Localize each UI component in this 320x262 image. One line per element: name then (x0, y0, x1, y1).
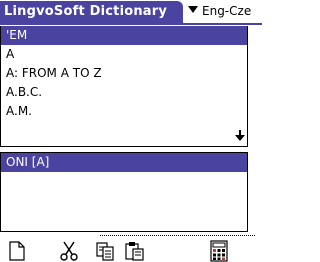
word-input-field[interactable] (100, 235, 255, 236)
palm-screen: LingvoSoft Dictionary Eng-Cze 'EM A A: F… (0, 0, 262, 262)
list-item-label: A.B.C. (6, 85, 43, 99)
toolbar (0, 238, 262, 262)
dropdown-arrow-icon (188, 6, 198, 13)
list-item[interactable]: A (1, 45, 247, 64)
copy-icon[interactable] (94, 240, 116, 262)
list-item-label: A.M. (6, 104, 32, 118)
translation-text: ONI [A] (6, 155, 50, 169)
list-item-label: A: FROM A TO Z (6, 66, 102, 80)
translation-line[interactable]: ONI [A] (1, 153, 247, 172)
list-item[interactable]: A.M. (1, 102, 247, 121)
word-list[interactable]: 'EM A A: FROM A TO Z A.B.C. A.M. (0, 26, 248, 147)
list-item-label: A (6, 47, 15, 61)
translation-panel[interactable]: ONI [A] (0, 152, 248, 232)
list-item-label: 'EM (6, 28, 28, 42)
app-title: LingvoSoft Dictionary (4, 4, 168, 19)
calculator-icon[interactable] (208, 240, 230, 262)
title-bar: LingvoSoft Dictionary Eng-Cze (0, 0, 262, 25)
new-document-icon[interactable] (6, 240, 28, 262)
title-tab[interactable]: LingvoSoft Dictionary (0, 1, 183, 23)
paste-icon[interactable] (124, 240, 146, 262)
title-underline (0, 23, 262, 25)
list-item-selected[interactable]: 'EM (1, 26, 247, 45)
list-item[interactable]: A: FROM A TO Z (1, 64, 247, 83)
cut-icon[interactable] (58, 240, 80, 262)
language-dropdown[interactable]: Eng-Cze (188, 3, 251, 21)
language-selected-label: Eng-Cze (202, 4, 252, 18)
list-item[interactable]: A.B.C. (1, 83, 247, 102)
scroll-down-arrow-icon[interactable] (235, 130, 245, 142)
